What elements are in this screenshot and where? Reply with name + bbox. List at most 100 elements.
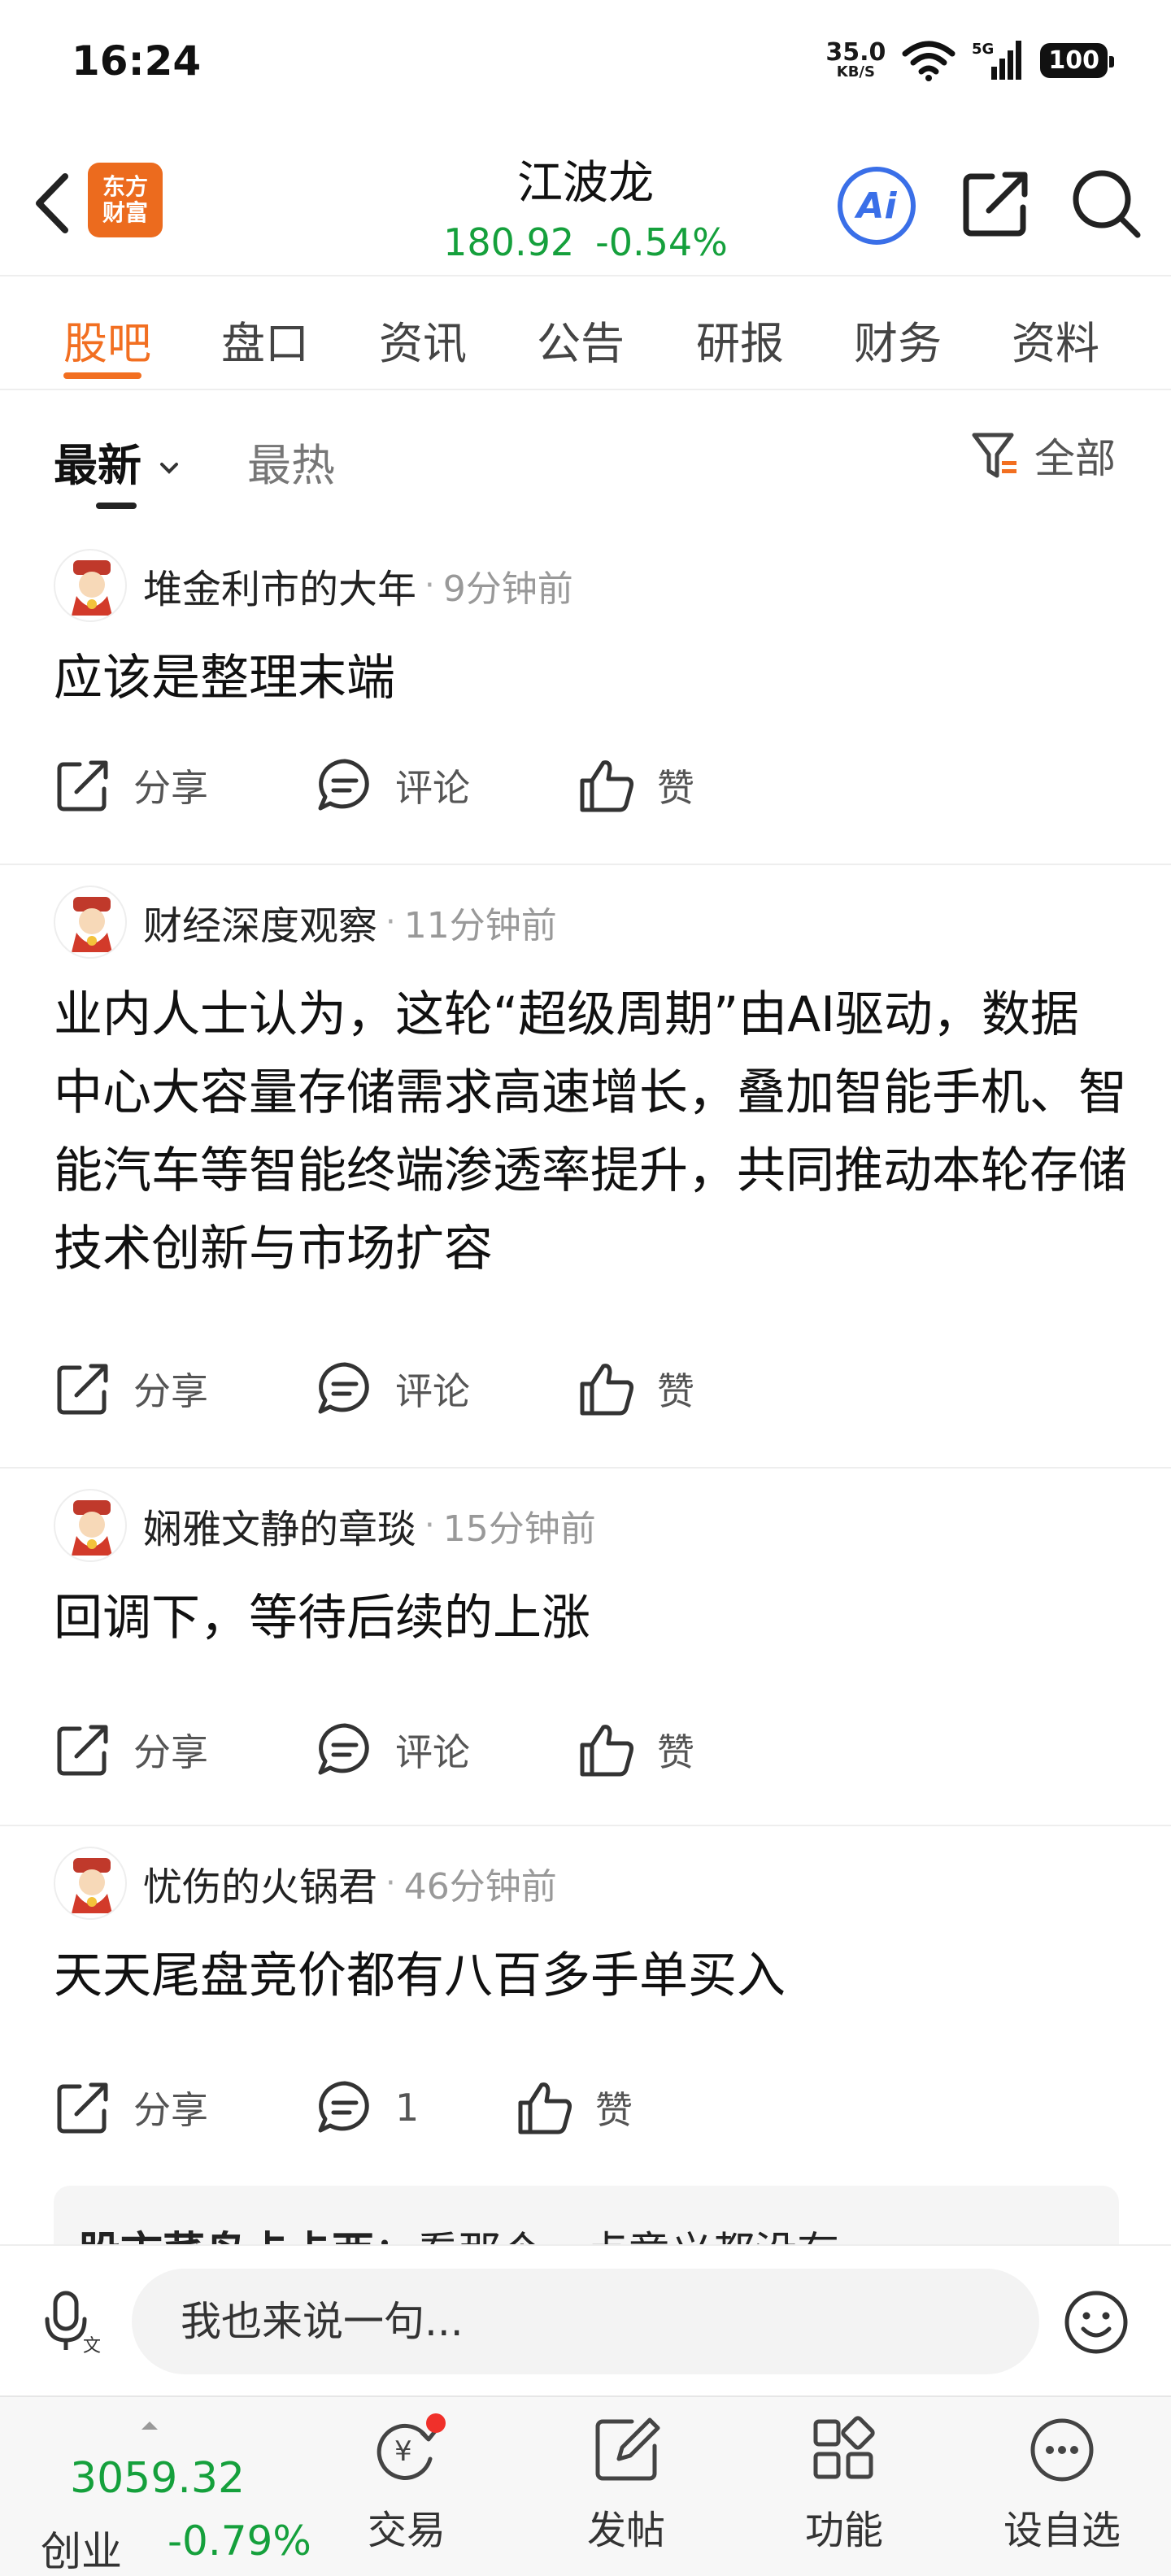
status-indicators: 35.0 KB/S 5G 100 xyxy=(825,38,1114,81)
share-label: 分享 xyxy=(133,2088,208,2132)
comment-icon xyxy=(318,2081,369,2133)
post-item[interactable]: 财经深度观察 · 11分钟前 业内人士认为，这轮“超级周期”由AI驱动，数据中心… xyxy=(0,865,1171,1469)
tab-announcements[interactable]: 公告 xyxy=(537,307,625,372)
separator-dot: · xyxy=(385,1865,396,1902)
logo-line1: 东方 xyxy=(102,172,148,200)
like-button[interactable]: 赞 xyxy=(577,1721,694,1779)
avatar[interactable] xyxy=(54,549,127,622)
back-arrow-icon[interactable] xyxy=(24,167,81,240)
cellular-signal-icon: 5G xyxy=(972,41,1022,80)
post-header: 财经深度观察 · 11分钟前 xyxy=(54,881,557,963)
comment-button[interactable]: 评论 xyxy=(316,1360,577,1418)
thumbs-up-icon xyxy=(518,2082,572,2134)
stock-quote: 180.92 -0.54% xyxy=(374,220,797,264)
comment-label: 评论 xyxy=(395,1369,470,1413)
comment-input[interactable]: 我也来说一句... xyxy=(132,2269,1039,2374)
filter-icon xyxy=(972,433,1016,478)
more-icon xyxy=(1030,2418,1094,2482)
like-label: 赞 xyxy=(657,766,694,810)
post-author[interactable]: 财经深度观察 xyxy=(143,894,377,951)
post-author[interactable]: 忧伤的火锅君 xyxy=(143,1855,377,1912)
post-text[interactable]: 应该是整理末端 xyxy=(54,639,1127,717)
post-author[interactable]: 娴雅文静的章琰 xyxy=(143,1497,416,1554)
nav-add-watchlist[interactable]: 设自选 xyxy=(989,2413,1135,2555)
edit-icon xyxy=(595,2417,660,2481)
sort-filter-bar: 最新 最热 全部 xyxy=(0,390,1171,529)
share-label: 分享 xyxy=(133,766,208,810)
active-tab-indicator xyxy=(63,372,141,379)
like-button[interactable]: 赞 xyxy=(577,756,694,815)
stock-price: 180.92 xyxy=(443,220,575,264)
sort-latest[interactable]: 最新 xyxy=(54,429,181,494)
voice-input-icon[interactable]: 文 xyxy=(41,2288,106,2353)
share-button[interactable]: 分享 xyxy=(54,1360,316,1418)
like-label: 赞 xyxy=(595,2088,633,2132)
post-header: 忧伤的火锅君 · 46分钟前 xyxy=(54,1843,557,1924)
caishen-avatar-icon xyxy=(72,560,112,616)
avatar[interactable] xyxy=(54,1489,127,1562)
thumbs-up-icon xyxy=(580,1364,633,1416)
caishen-avatar-icon xyxy=(72,1500,112,1556)
comment-input-bar: 文 我也来说一句... xyxy=(0,2244,1171,2395)
thumbs-up-icon xyxy=(580,1725,633,1777)
thumbs-up-icon xyxy=(580,760,633,812)
caishen-avatar-icon xyxy=(72,897,112,952)
avatar[interactable] xyxy=(54,1847,127,1920)
index-change: -0.79% xyxy=(168,2517,311,2565)
post-time: 46分钟前 xyxy=(403,1866,557,1908)
tab-pankou[interactable]: 盘口 xyxy=(221,307,309,372)
post-text[interactable]: 天天尾盘竞价都有八百多手单买入 xyxy=(54,1937,1127,2015)
svg-text:¥: ¥ xyxy=(394,2435,412,2468)
like-button[interactable]: 赞 xyxy=(516,2078,633,2137)
post-actions: 分享 评论 赞 xyxy=(54,1721,694,1779)
tab-research[interactable]: 研报 xyxy=(696,307,784,372)
tab-profile[interactable]: 资料 xyxy=(1012,307,1099,372)
status-bar: 16:24 35.0 KB/S 5G 100 xyxy=(0,0,1171,130)
stock-change-pct: -0.54% xyxy=(595,220,728,264)
post-text[interactable]: 业内人士认为，这轮“超级周期”由AI驱动，数据中心大容量存储需求高速增长，叠加智… xyxy=(54,976,1127,1288)
separator-dot: · xyxy=(385,903,396,941)
post-time: 11分钟前 xyxy=(403,905,557,946)
tab-news[interactable]: 资讯 xyxy=(379,307,467,372)
nav-functions-label: 功能 xyxy=(804,2508,883,2553)
sort-hot[interactable]: 最热 xyxy=(247,429,335,494)
nav-trade-label: 交易 xyxy=(367,2508,446,2553)
sort-indicator xyxy=(96,503,137,509)
share-icon xyxy=(57,1364,108,1415)
tab-guba[interactable]: 股吧 xyxy=(63,307,151,372)
share-button[interactable]: 分享 xyxy=(54,2078,316,2137)
search-icon[interactable] xyxy=(1069,167,1143,240)
tab-finance[interactable]: 财务 xyxy=(854,307,942,372)
share-button[interactable]: 分享 xyxy=(54,1721,316,1779)
post-time: 9分钟前 xyxy=(442,568,573,610)
caret-up-icon xyxy=(141,2422,158,2430)
emoji-icon[interactable] xyxy=(1062,2288,1130,2356)
share-icon xyxy=(57,1725,108,1776)
status-time: 16:24 xyxy=(72,37,202,85)
ai-icon[interactable]: Ai xyxy=(838,167,916,245)
nav-post[interactable]: 发帖 xyxy=(553,2413,699,2555)
comment-button[interactable]: 评论 xyxy=(316,1721,577,1779)
share-icon[interactable] xyxy=(960,167,1033,240)
post-actions: 分享 1 赞 xyxy=(54,2078,633,2137)
comment-button[interactable]: 评论 xyxy=(316,756,577,815)
logo-line2: 财富 xyxy=(102,199,148,226)
nav-functions[interactable]: 功能 xyxy=(771,2413,917,2555)
app-logo[interactable]: 东方 财富 xyxy=(88,163,163,237)
chevron-down-icon xyxy=(159,463,178,475)
post-item[interactable]: 娴雅文静的章琰 · 15分钟前 回调下，等待后续的上涨 分享 评论 赞 xyxy=(0,1469,1171,1826)
comment-button[interactable]: 1 xyxy=(316,2078,516,2137)
like-button[interactable]: 赞 xyxy=(577,1360,694,1418)
nav-trade[interactable]: ¥ 交易 xyxy=(333,2413,480,2555)
filter-all-button[interactable]: 全部 xyxy=(971,426,1116,485)
share-button[interactable]: 分享 xyxy=(54,756,316,815)
post-author[interactable]: 堆金利市的大年 xyxy=(143,557,416,614)
post-item[interactable]: 堆金利市的大年 · 9分钟前 应该是整理末端 分享 评论 赞 xyxy=(0,529,1171,865)
sort-latest-label: 最新 xyxy=(54,440,141,491)
stock-header: 东方 财富 江波龙 180.92 -0.54% Ai xyxy=(0,130,1171,276)
separator-dot: · xyxy=(424,567,435,604)
avatar[interactable] xyxy=(54,886,127,959)
comment-icon xyxy=(318,759,369,811)
post-text[interactable]: 回调下，等待后续的上涨 xyxy=(54,1579,1127,1657)
network-speed-value: 35.0 xyxy=(825,38,886,67)
